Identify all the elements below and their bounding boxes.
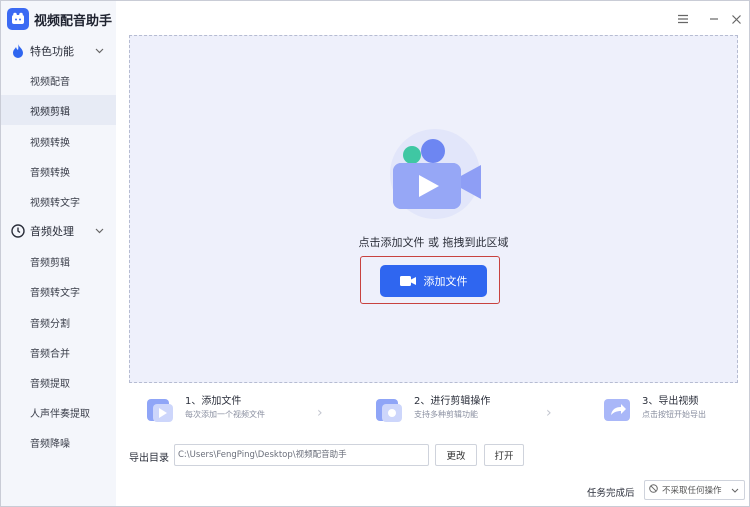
sidebar: 视频配音助手 特色功能 视频配音 视频剪辑 视频转换 音频转换 视频转文字 音频… (1, 1, 116, 506)
chevron-right-icon: › (546, 405, 552, 421)
add-button-highlight: 添加文件 (360, 256, 500, 304)
step-add-file: 1、添加文件 每次添加一个视频文件 (145, 395, 265, 429)
sidebar-group-featured[interactable]: 特色功能 (1, 38, 116, 64)
sidebar-item-audio-editing[interactable]: 音频剪辑 (1, 246, 116, 276)
app-logo-icon (7, 8, 29, 30)
video-icon (399, 276, 416, 286)
sidebar-group-label: 特色功能 (30, 45, 74, 58)
sidebar-group-audio[interactable]: 音频处理 (1, 218, 116, 244)
change-dir-button[interactable]: 更改 (435, 444, 477, 466)
chevron-down-icon[interactable] (95, 226, 104, 237)
export-dir-label: 导出目录 (129, 453, 169, 464)
sidebar-item-audio-split[interactable]: 音频分割 (1, 307, 116, 337)
sidebar-item-audio-convert[interactable]: 音频转换 (1, 156, 116, 186)
fire-icon (11, 44, 25, 58)
export-step-icon (602, 395, 632, 425)
sidebar-item-audio-denoise[interactable]: 音频降噪 (1, 427, 116, 457)
sidebar-group-label: 音频处理 (30, 225, 74, 238)
app-window: 视频配音助手 特色功能 视频配音 视频剪辑 视频转换 音频转换 视频转文字 音频… (0, 0, 750, 507)
app-brand: 视频配音助手 (7, 6, 112, 32)
add-file-button[interactable]: 添加文件 (380, 265, 487, 297)
menu-icon[interactable] (675, 11, 691, 27)
drop-hint-text: 点击添加文件 或 拖拽到此区域 (358, 236, 509, 249)
step-edit: 2、进行剪辑操作 支持多种剪辑功能 (374, 395, 490, 429)
no-action-icon (649, 484, 658, 496)
step-subtitle: 每次添加一个视频文件 (185, 410, 265, 419)
sidebar-item-audio-merge[interactable]: 音频合并 (1, 337, 116, 367)
step-title: 3、导出视频 (642, 396, 699, 407)
step-subtitle: 支持多种剪辑功能 (414, 410, 478, 419)
task-complete-select[interactable]: 不采取任何操作 (644, 480, 745, 500)
sidebar-item-video-dubbing[interactable]: 视频配音 (1, 65, 116, 95)
step-export: 3、导出视频 点击按钮开始导出 (602, 395, 706, 429)
app-title: 视频配音助手 (34, 13, 113, 29)
step-subtitle: 点击按钮开始导出 (642, 410, 706, 419)
clock-icon (11, 224, 25, 238)
chevron-down-icon[interactable] (95, 46, 104, 57)
step-title: 2、进行剪辑操作 (414, 396, 491, 407)
sidebar-item-video-editing[interactable]: 视频剪辑 (1, 95, 116, 125)
chevron-down-icon (731, 486, 739, 496)
file-drop-zone[interactable]: 点击添加文件 或 拖拽到此区域 添加文件 (129, 35, 738, 383)
edit-step-icon (374, 395, 404, 425)
sidebar-item-video-convert[interactable]: 视频转换 (1, 126, 116, 156)
task-complete-label: 任务完成后 (587, 488, 635, 499)
add-video-step-icon (145, 395, 175, 425)
open-dir-button[interactable]: 打开 (484, 444, 524, 466)
close-icon[interactable] (728, 11, 744, 27)
sidebar-item-audio-extract[interactable]: 音频提取 (1, 367, 116, 397)
sidebar-item-vocal-extract[interactable]: 人声伴奏提取 (1, 397, 116, 427)
step-title: 1、添加文件 (185, 396, 242, 407)
sidebar-item-video-to-text[interactable]: 视频转文字 (1, 186, 116, 216)
add-file-label: 添加文件 (423, 275, 468, 288)
chevron-right-icon: › (317, 405, 323, 421)
sidebar-item-audio-to-text[interactable]: 音频转文字 (1, 276, 116, 306)
minimize-icon[interactable] (706, 11, 722, 27)
task-selected-option: 不采取任何操作 (662, 486, 722, 496)
video-camera-illustration-icon (383, 129, 485, 219)
export-path-field[interactable]: C:\Users\FengPing\Desktop\视频配音助手 (174, 444, 429, 466)
